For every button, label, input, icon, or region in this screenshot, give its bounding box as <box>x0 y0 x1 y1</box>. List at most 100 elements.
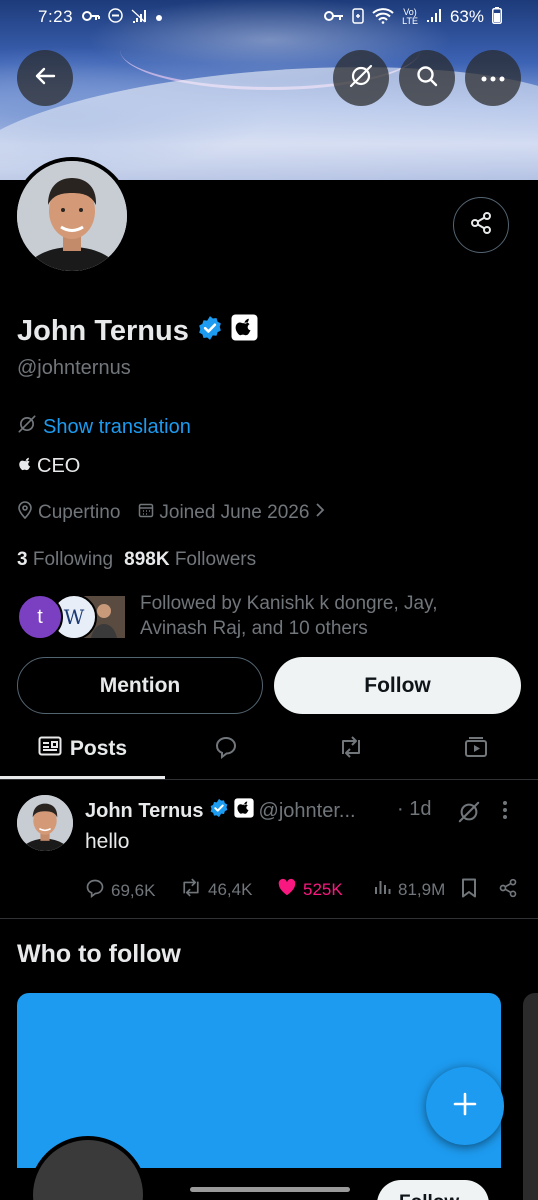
status-left-icons <box>82 8 163 26</box>
show-translation-label: Show translation <box>43 415 191 438</box>
follow-counts: 3 Following 898K Followers <box>17 549 256 571</box>
vpn-key-icon <box>324 9 344 25</box>
volte-icon: Vo) LTE <box>402 7 418 26</box>
bookmark-icon <box>461 878 477 903</box>
battery-percent: 63% <box>449 7 484 26</box>
share-icon <box>469 211 493 240</box>
heart-filled-icon <box>277 878 297 901</box>
who-to-follow-title: Who to follow <box>17 940 181 968</box>
repost-button[interactable]: 46,4K <box>180 878 252 902</box>
location-text: Cupertino <box>38 502 121 523</box>
following-count: 3 <box>17 549 28 570</box>
profile-meta: Cupertino Joined June 2026 <box>17 501 326 525</box>
views-button[interactable]: 81,9M <box>374 878 445 901</box>
search-icon <box>415 64 439 93</box>
media-icon <box>464 736 488 763</box>
location: Cupertino <box>17 501 120 525</box>
reply-icon <box>85 878 105 903</box>
bio-text: CEO <box>37 454 81 477</box>
profile-tabs: Posts <box>0 720 538 780</box>
apple-affiliation-badge <box>233 798 254 824</box>
battery-saver-icon <box>352 7 364 27</box>
plus-icon <box>452 1091 478 1122</box>
post-author-avatar[interactable] <box>17 795 73 851</box>
signal-icon <box>426 8 442 26</box>
profile-handle: @johnternus <box>17 357 131 379</box>
reply-count: 69,6K <box>111 880 156 900</box>
back-button[interactable] <box>17 50 73 106</box>
followed-by-section[interactable]: W t Followed by Kanishk k dongre, Jay, A… <box>17 590 487 640</box>
follower-avatar: t <box>17 594 63 640</box>
post-actions: 69,6K 46,4K 525K 81,9M <box>85 878 525 902</box>
more-dots-icon <box>481 69 505 87</box>
reply-bubble-icon <box>214 735 238 764</box>
post-author-handle: @johnter... <box>258 799 356 822</box>
views-count: 81,9M <box>398 879 446 899</box>
calendar-icon <box>138 502 154 524</box>
grok-translate-button[interactable] <box>333 50 389 106</box>
posts-icon <box>38 736 62 762</box>
tab-media[interactable] <box>450 720 502 778</box>
like-count: 525K <box>303 879 343 899</box>
suggestion-follow-button[interactable]: Follow <box>377 1180 489 1200</box>
divider <box>0 918 538 919</box>
profile-name-row: John Ternus <box>17 314 258 349</box>
suggestion-card-next[interactable] <box>523 993 538 1200</box>
repost-icon <box>338 735 364 763</box>
post-author-name[interactable]: John Ternus <box>85 800 204 823</box>
dot-icon <box>155 9 163 25</box>
follower-avatar-letter: W <box>63 605 85 629</box>
profile-bio: CEO <box>17 454 80 478</box>
chevron-right-icon <box>314 502 326 524</box>
followers-link[interactable]: 898K Followers <box>124 549 256 571</box>
home-indicator[interactable] <box>190 1187 350 1192</box>
views-chart-icon <box>374 878 392 901</box>
status-time: 7:23 <box>38 7 74 26</box>
grok-icon[interactable] <box>457 800 481 829</box>
follow-button[interactable]: Follow <box>274 657 521 714</box>
avatar-photo <box>17 161 127 271</box>
search-button[interactable] <box>399 50 455 106</box>
share-post-button[interactable] <box>498 878 518 903</box>
apple-logo-icon <box>17 454 33 478</box>
joined-text: Joined June 2026 <box>159 502 310 523</box>
do-not-disturb-icon <box>108 8 123 26</box>
followers-label: Followers <box>174 549 257 570</box>
post-item[interactable]: John Ternus @johnter... · 1d hello 69,6K… <box>0 780 538 918</box>
post-text: hello <box>85 830 130 853</box>
following-link[interactable]: 3 Following <box>17 549 113 571</box>
tab-posts[interactable]: Posts <box>0 720 165 778</box>
share-profile-button[interactable] <box>453 197 509 253</box>
post-header: John Ternus @johnter... <box>85 798 356 824</box>
wifi-icon <box>372 7 394 27</box>
followers-count: 898K <box>124 549 170 570</box>
apple-affiliation-badge[interactable] <box>231 314 258 349</box>
status-right-icons: Vo) LTE 63% <box>324 7 502 27</box>
follower-avatar-letter: t <box>37 605 43 628</box>
post-time[interactable]: · 1d <box>397 798 431 821</box>
followed-by-text: Followed by Kanishk k dongre, Jay, Avina… <box>140 593 438 639</box>
tab-posts-label: Posts <box>69 737 128 760</box>
compose-button[interactable] <box>426 1067 504 1145</box>
post-more-icon[interactable] <box>502 800 508 825</box>
tab-replies[interactable] <box>200 720 252 778</box>
share-icon <box>498 878 518 903</box>
mention-button[interactable]: Mention <box>17 657 263 714</box>
verified-badge-icon[interactable] <box>197 315 223 349</box>
tab-reposts[interactable] <box>325 720 377 778</box>
reply-button[interactable]: 69,6K <box>85 878 155 903</box>
no-signal-icon <box>131 8 147 26</box>
status-bar: 7:23 Vo) LTE 63% <box>0 0 538 34</box>
repost-icon <box>180 878 202 902</box>
grok-icon <box>348 63 374 94</box>
location-pin-icon <box>17 501 33 525</box>
key-icon <box>82 9 100 25</box>
repost-count: 46,4K <box>208 880 253 899</box>
bookmark-button[interactable] <box>461 878 477 903</box>
more-options-button[interactable] <box>465 50 521 106</box>
profile-avatar[interactable] <box>13 157 131 275</box>
joined-date[interactable]: Joined June 2026 <box>138 502 326 524</box>
show-translation-link[interactable]: Show translation <box>17 414 191 440</box>
grok-icon <box>17 414 37 440</box>
like-button[interactable]: 525K <box>277 878 343 901</box>
